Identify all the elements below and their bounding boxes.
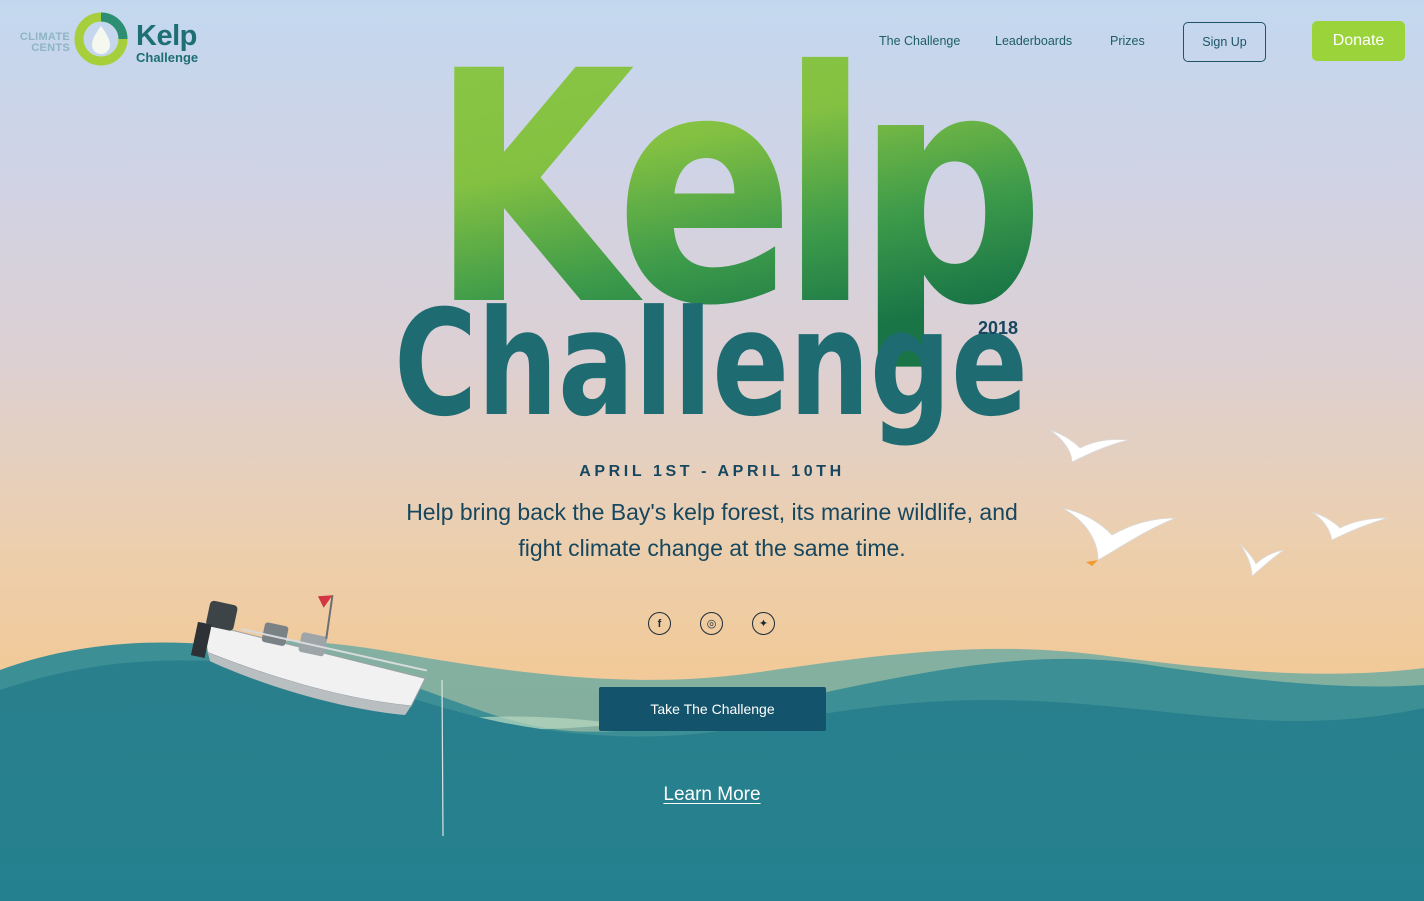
nav-leaderboards[interactable]: Leaderboards [995,34,1072,48]
logo-kelp-text: Kelp [136,20,197,52]
hero-tagline: Help bring back the Bay's kelp forest, i… [352,494,1072,566]
hero-title-challenge: Challenge [394,279,1028,449]
take-the-challenge-button[interactable]: Take The Challenge [599,687,826,731]
logo-challenge-text: Challenge [136,50,199,65]
learn-more-link[interactable]: Learn More [0,784,1424,806]
instagram-icon[interactable]: ◎ [700,612,723,635]
donate-button[interactable]: Donate [1312,21,1405,61]
seagull-top [1049,429,1129,463]
logo[interactable]: CLIMATE CENTS Kelp Challenge [16,10,206,72]
logo-drop-icon [74,12,128,66]
facebook-icon[interactable]: f [648,612,671,635]
ocean-illustration: Kelp Challenge [0,4,1424,901]
twitter-icon[interactable]: ✦ [752,612,775,635]
hero-tagline-line1: Help bring back the Bay's kelp forest, i… [406,499,1018,525]
hero-scene: Kelp Challenge CLIMATE CENTS Kelp Challe… [0,0,1424,901]
hero-dates: APRIL 1ST - APRIL 10TH [579,463,845,480]
nav-the-challenge[interactable]: The Challenge [879,34,960,48]
seagull-small [1239,543,1285,577]
hero-year: 2018 [978,318,1019,338]
seagull-right [1311,511,1389,541]
logo-climate-cents: CLIMATE CENTS [19,31,70,54]
nav-prizes[interactable]: Prizes [1110,34,1145,48]
seagull-large [1061,507,1177,566]
hero-tagline-line2: fight climate change at the same time. [518,535,906,561]
sign-up-button[interactable]: Sign Up [1183,22,1266,62]
